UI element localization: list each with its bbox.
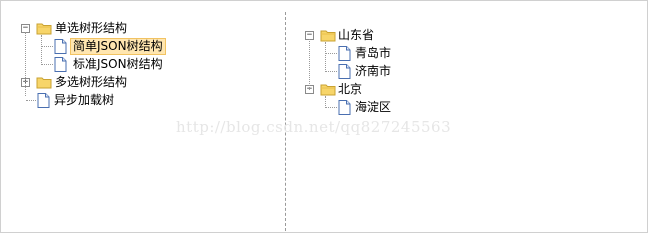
tree-node-label[interactable]: 青岛市 (353, 46, 393, 61)
tree-node-label[interactable]: 异步加载树 (52, 93, 116, 108)
document-icon (54, 39, 67, 54)
tree-node-label[interactable]: 济南市 (353, 64, 393, 79)
tree-connector-line (325, 42, 326, 72)
folder-open-icon (320, 29, 336, 42)
watermark-text: http://blog.csdn.net/qq827245563 (176, 118, 452, 136)
document-icon (338, 64, 351, 79)
document-icon (338, 46, 351, 61)
folder-open-icon (320, 83, 336, 96)
tree-connector-line (326, 71, 337, 72)
tree-node-label[interactable]: 多选树形结构 (53, 75, 129, 90)
tree-node-label[interactable]: 单选树形结构 (53, 21, 129, 36)
tree-connector-line (309, 39, 310, 90)
tree-connector-line (42, 64, 53, 65)
document-icon (54, 57, 67, 72)
tree-connector-line (326, 107, 337, 108)
tree-connector-line (26, 100, 36, 101)
tree-connector-line (25, 32, 26, 96)
document-icon (37, 93, 50, 108)
tree-connector-line (326, 53, 337, 54)
document-icon (338, 100, 351, 115)
folder-closed-icon (36, 76, 52, 89)
folder-open-icon (36, 22, 52, 35)
tree-node-label-selected[interactable]: 简单JSON树结构 (70, 38, 166, 55)
tree-connector-line (42, 46, 53, 47)
tree-node-label[interactable]: 海淀区 (353, 100, 393, 115)
tree-node-label[interactable]: 山东省 (336, 28, 376, 43)
tree-node-label[interactable]: 标准JSON树结构 (71, 57, 165, 72)
tree-connector-line (41, 35, 42, 65)
tree-node-label[interactable]: 北京 (336, 82, 364, 97)
